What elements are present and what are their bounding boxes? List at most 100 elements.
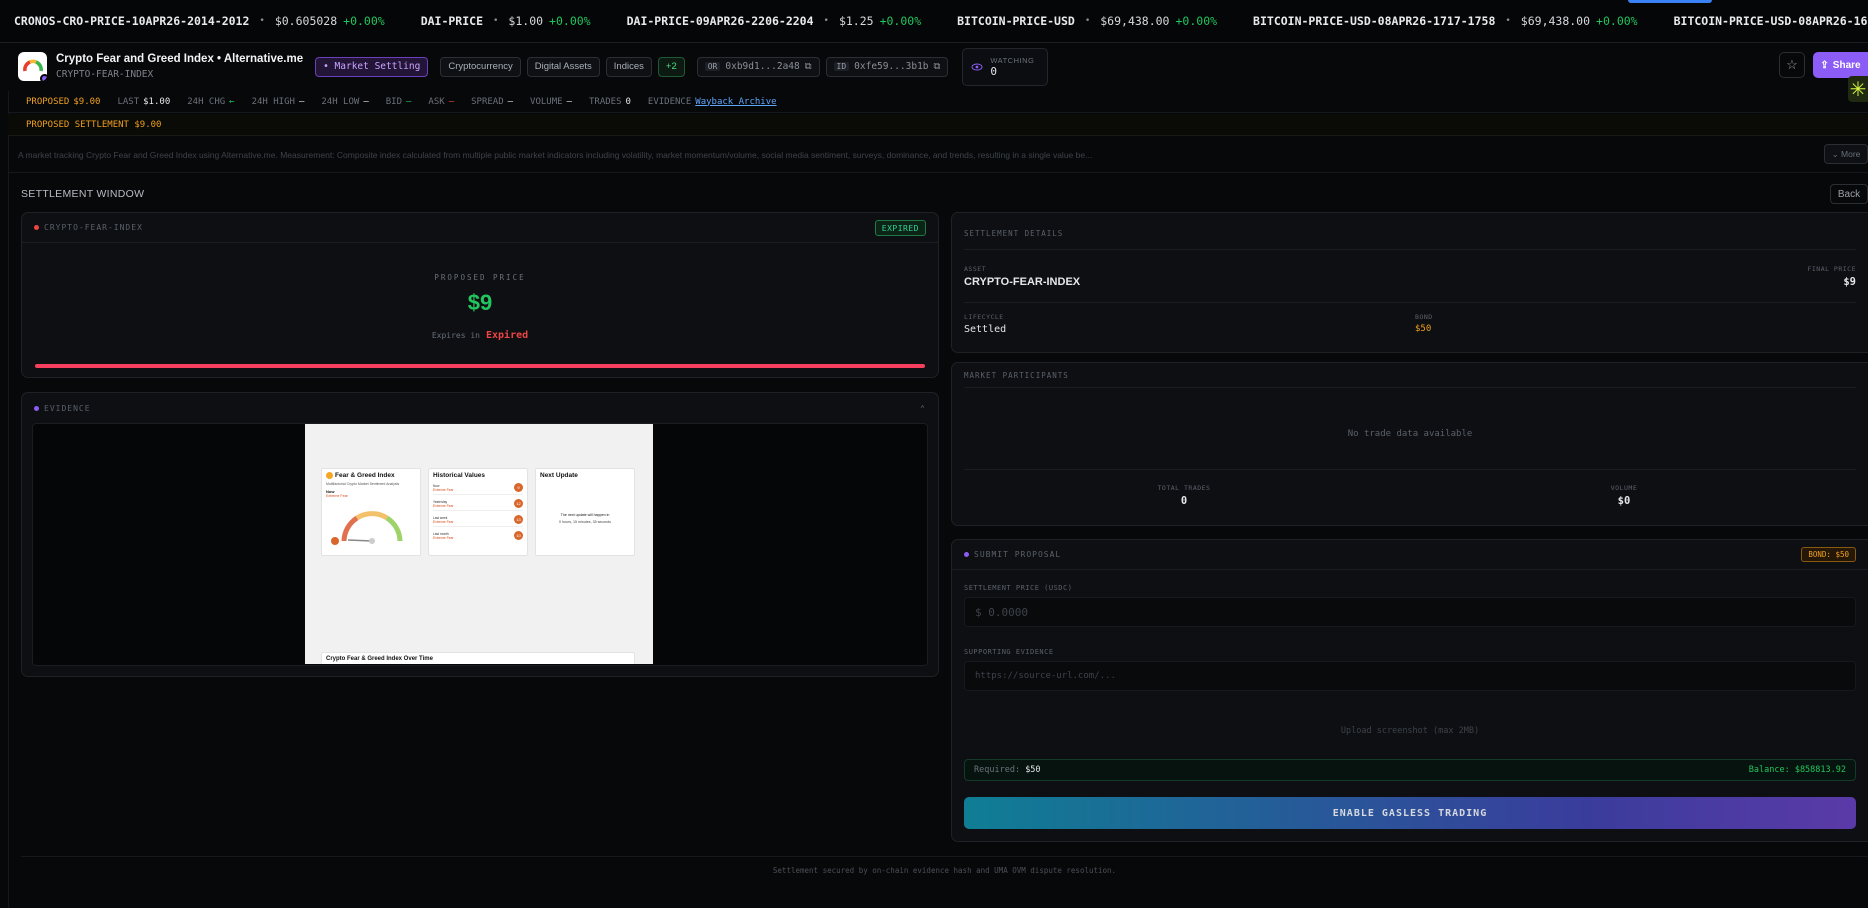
evidence-url-input[interactable]: https://source-url.com/...	[964, 661, 1856, 691]
left-border	[8, 91, 9, 908]
star-icon: ☆	[1786, 57, 1798, 72]
ticker-symbol: BITCOIN-PRICE-USD-08APR26-1648-	[1673, 14, 1868, 28]
ticker-item[interactable]: BITCOIN-PRICE-USD • $69,438.00 +0.00%	[957, 14, 1217, 28]
market-id-chip[interactable]: ID 0xfe59...3b1b ⧉	[825, 56, 949, 77]
collapse-icon[interactable]: ⌃	[920, 404, 926, 413]
address-prefix: OR	[704, 62, 721, 71]
more-tags-chip[interactable]: +2	[657, 56, 685, 77]
ticker-item[interactable]: BITCOIN-PRICE-USD-08APR26-1648-	[1674, 14, 1868, 28]
ticker-price: $69,438.00	[1520, 14, 1591, 28]
card-title: MARKET PARTICIPANTS	[964, 371, 1069, 380]
ticker-symbol: BITCOIN-PRICE-USD-08APR26-1717-1758	[1253, 14, 1496, 28]
tag-chip[interactable]: Digital Assets	[526, 56, 600, 77]
section-title: SETTLEMENT WINDOW	[21, 188, 145, 200]
balance-value: Balance: $858813.92	[1748, 765, 1846, 775]
back-button[interactable]: Back	[1830, 184, 1868, 204]
fg-gauge-icon	[331, 511, 403, 545]
enable-gasless-trading-button[interactable]: ENABLE GASLESS TRADING	[964, 797, 1856, 829]
coin-icon	[326, 472, 333, 479]
divider	[964, 302, 1856, 303]
address-value: 0xfe59...3b1b	[854, 61, 929, 72]
favorite-button[interactable]: ☆	[1779, 52, 1805, 78]
price-ticker: CRONOS-CRO-PRICE-10APR26-2014-2012 • $0.60…	[0, 0, 1868, 43]
card-title: SUBMIT PROPOSAL	[974, 550, 1062, 559]
next-update-title: Next Update	[540, 472, 578, 479]
hist-row: Last month Extreme Fear 10	[433, 531, 523, 542]
bond-field: BOND $50	[1415, 313, 1433, 334]
expiry-countdown: Expires in Expired	[431, 330, 529, 341]
status-dot	[34, 225, 39, 230]
price-input-label: SETTLEMENT PRICE (USDC)	[964, 584, 1073, 592]
ticker-item[interactable]: DAI-PRICE-09APR26-2206-2204 • $1.25 +0.00%	[627, 14, 922, 28]
divider	[964, 249, 1856, 250]
watching-label: WATCHING	[990, 55, 1035, 65]
ticker-symbol: DAI-PRICE-09APR26-2206-2204	[626, 14, 814, 28]
evidence-viewer[interactable]: Fear & Greed Index Multifactorial Crypto…	[32, 423, 928, 666]
ticker-change: +0.00%	[879, 14, 922, 28]
stat-ask: ASK —	[428, 96, 455, 107]
fg-chart-card: Crypto Fear & Greed Index Over Time	[321, 652, 635, 664]
fg-chart-title: Crypto Fear & Greed Index Over Time	[326, 656, 433, 662]
market-stats-bar: PROPOSED $9.00 LAST $1.00 24H CHG ← 24H HIG…	[8, 91, 1868, 113]
address-prefix: ID	[833, 62, 850, 71]
stat-volume: VOLUME —	[530, 96, 572, 107]
hist-row: Yesterday Extreme Fear 12	[433, 499, 523, 511]
hist-title: Historical Values	[433, 472, 486, 479]
ticker-symbol: DAI-PRICE	[420, 14, 483, 28]
ticker-item[interactable]: DAI-PRICE • $1.00 +0.00%	[421, 14, 591, 28]
fg-title: Fear & Greed Index	[326, 472, 416, 479]
bond-badge: BOND: $50	[1801, 547, 1856, 562]
footer-note: Settlement secured by on-chain evidence …	[21, 856, 1868, 875]
stat-trades: TRADES 0	[588, 96, 631, 107]
volume-field: VOLUME $0	[1610, 484, 1638, 507]
card-title: EVIDENCE	[44, 403, 91, 413]
market-participants-card: MARKET PARTICIPANTS No trade data availa…	[951, 362, 1868, 526]
proposed-price-label: PROPOSED PRICE	[434, 273, 526, 282]
stat-last: LAST $1.00	[117, 96, 171, 107]
wayback-archive-link[interactable]: Wayback Archive	[695, 97, 776, 107]
eye-icon	[971, 63, 983, 70]
ticker-price: $1.00	[508, 14, 544, 28]
proposed-settlement-bar: PROPOSED SETTLEMENT $9.00	[8, 114, 1868, 136]
settlement-details-card: SETTLEMENT DETAILS ASSET CRYPTO-FEAR-INDE…	[951, 212, 1868, 353]
copy-icon[interactable]: ⧉	[805, 61, 812, 72]
ticker-change: +0.00%	[1596, 14, 1638, 28]
expiry-progress-bar	[35, 364, 925, 368]
ticker-symbol: CRONOS-CRO-PRICE-10APR26-2014-2012	[14, 14, 250, 28]
share-button[interactable]: ⇪ Share	[1813, 52, 1868, 78]
ticker-separator: •	[493, 16, 499, 26]
ticker-highlight	[1628, 0, 1712, 3]
fg-index-card: Fear & Greed Index Multifactorial Crypto…	[321, 468, 421, 556]
historical-values-card: Historical Values Now Extreme Fear 9 Yeste…	[428, 468, 528, 556]
ticker-item[interactable]: BITCOIN-PRICE-USD-08APR26-1717-1758 • $69,…	[1253, 14, 1638, 28]
fg-subtitle: Multifactorial Crypto Market Sentiment A…	[326, 482, 400, 487]
card-asset-label: CRYPTO-FEAR-INDEX	[44, 223, 143, 232]
lifecycle-field: LIFECYCLE Settled	[964, 313, 1007, 335]
address-value: 0xb9d1...2a48	[725, 61, 800, 72]
status-dot	[34, 405, 39, 411]
market-logo	[18, 52, 47, 81]
copy-icon[interactable]: ⧉	[934, 61, 941, 72]
settlement-price-input[interactable]: $ 0.0000	[964, 597, 1856, 627]
stat-evidence: EVIDENCE Wayback Archive	[647, 96, 777, 107]
market-title: Crypto Fear and Greed Index • Alternativ…	[56, 52, 304, 65]
evidence-screenshot: Fear & Greed Index Multifactorial Crypto…	[305, 424, 653, 664]
stat-24h-change: 24H CHG ←	[187, 96, 235, 107]
ticker-separator: •	[1505, 16, 1511, 26]
more-button[interactable]: ⌄ More	[1824, 144, 1868, 164]
ticker-item[interactable]: CRONOS-CRO-PRICE-10APR26-2014-2012 • $0.60…	[14, 14, 385, 28]
expired-badge: EXPIRED	[874, 220, 926, 236]
tag-chip[interactable]: Indices	[605, 56, 652, 77]
logo-status-dot	[40, 74, 47, 81]
divider	[964, 387, 1856, 388]
market-description: A market tracking Crypto Fear and Greed …	[8, 137, 1868, 173]
gauge-logo-icon	[22, 59, 43, 71]
market-status-chip: • Market Settling	[315, 56, 429, 77]
stat-bid: BID —	[385, 96, 412, 107]
ticker-separator: •	[1084, 16, 1091, 26]
tag-chip[interactable]: Cryptocurrency	[440, 56, 521, 77]
oracle-address-chip[interactable]: OR 0xb9d1...2a48 ⧉	[696, 56, 820, 77]
ticker-symbol: BITCOIN-PRICE-USD	[957, 14, 1075, 28]
upload-screenshot-dropzone[interactable]: Upload screenshot (max 2MB)	[952, 726, 1868, 736]
asset-field: ASSET CRYPTO-FEAR-INDEX	[964, 265, 1081, 288]
